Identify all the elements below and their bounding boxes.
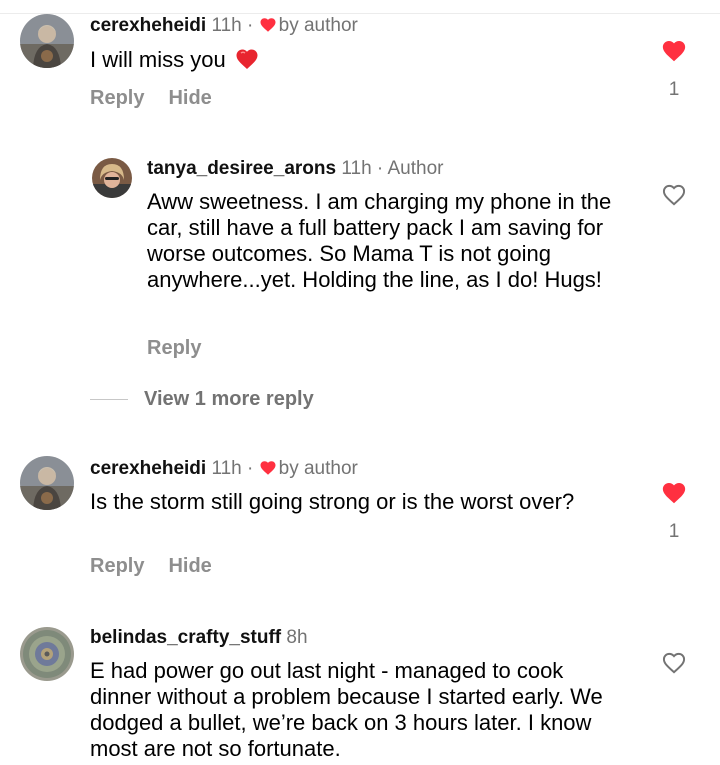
username[interactable]: tanya_desiree_arons: [147, 158, 336, 179]
comment-text: Is the storm still going strong or is th…: [90, 489, 575, 514]
separator: ·: [376, 158, 384, 179]
comment-actions: Reply Hide: [90, 87, 236, 110]
comment-actions: Reply: [147, 337, 225, 360]
heart-outline-icon[interactable]: [660, 182, 688, 208]
comment-meta: tanya_desiree_arons 11h · Author: [147, 158, 443, 180]
timestamp: 11h: [211, 458, 242, 479]
avatar[interactable]: [20, 456, 74, 510]
comment-meta: cerexheheidi 11h · by author: [90, 15, 358, 37]
red-heart-emoji: [236, 49, 258, 69]
comment-actions: Reply Hide: [90, 555, 236, 578]
comment-text: Aww sweetness. I am charging my phone in…: [147, 189, 612, 292]
reply-button[interactable]: Reply: [90, 555, 144, 577]
comment-meta: belindas_crafty_stuff 8h: [90, 627, 308, 649]
top-divider: [0, 13, 720, 14]
heart-filled-icon: [260, 18, 276, 32]
liked-by-author: by author: [278, 15, 358, 36]
view-more-replies[interactable]: View 1 more reply: [90, 388, 314, 411]
comment-text-content: I will miss you: [90, 47, 226, 72]
view-more-label: View 1 more reply: [144, 388, 314, 410]
username[interactable]: cerexheheidi: [90, 458, 206, 479]
username[interactable]: cerexheheidi: [90, 15, 206, 36]
timestamp: 8h: [286, 627, 308, 648]
like-count: 1: [668, 521, 680, 542]
comment-meta: cerexheheidi 11h · by author: [90, 458, 358, 480]
timestamp: 11h: [341, 158, 372, 179]
avatar[interactable]: [20, 627, 74, 681]
reply-button[interactable]: Reply: [147, 337, 201, 359]
heart-filled-icon: [260, 461, 276, 475]
heart-filled-icon[interactable]: [660, 38, 688, 64]
like-count: 1: [668, 79, 680, 100]
comment-text: E had power go out last night - managed …: [90, 658, 603, 761]
hide-button[interactable]: Hide: [168, 87, 211, 109]
heart-filled-icon[interactable]: [660, 480, 688, 506]
heart-outline-icon[interactable]: [660, 650, 688, 676]
username[interactable]: belindas_crafty_stuff: [90, 627, 281, 648]
separator: ·: [247, 15, 254, 36]
timestamp: 11h: [211, 15, 242, 36]
divider-line: [90, 399, 128, 401]
avatar[interactable]: [92, 158, 132, 198]
liked-by-author: by author: [278, 458, 358, 479]
author-badge: Author: [387, 158, 444, 179]
avatar[interactable]: [20, 14, 74, 68]
reply-button[interactable]: Reply: [90, 87, 144, 109]
separator: ·: [247, 458, 254, 479]
hide-button[interactable]: Hide: [168, 555, 211, 577]
comment-text: I will miss you: [90, 47, 630, 73]
